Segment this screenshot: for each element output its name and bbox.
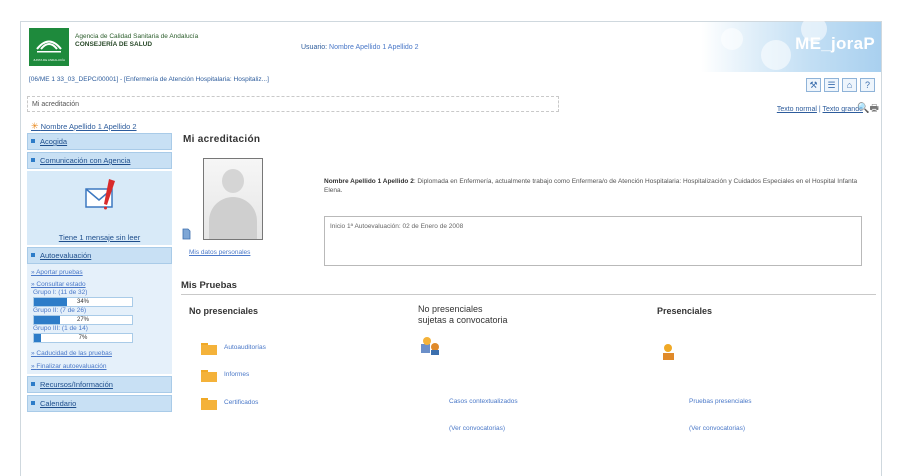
sidebar-item-calendario[interactable]: Calendario [27, 395, 172, 412]
sidebar-user-label: Nombre Apellido 1 Apellido 2 [40, 122, 137, 131]
col2-title-line2: sujetas a convocatoria [418, 315, 508, 325]
star-icon: ✳ [31, 121, 39, 131]
caducidad-link[interactable]: Caducidad de las pruebas [27, 349, 172, 358]
toolbar: ⚒ ☰ ⌂? [803, 75, 875, 92]
folder-icon [201, 343, 217, 355]
print-icon[interactable]: 🖶 [870, 103, 879, 114]
text-size-controls: Texto normal | Texto grande [777, 106, 863, 113]
header: JUNTA DE ANDALUCÍA Agencia de Calidad Sa… [21, 16, 881, 83]
certificados-link[interactable]: Certificados [224, 399, 258, 406]
app-window: JUNTA DE ANDALUCÍA Agencia de Calidad Sa… [20, 16, 882, 476]
profile-description: Nombre Apellido 1 Apellido 2: Diplomada … [324, 177, 864, 195]
profile-name: Nombre Apellido 1 Apellido 2 [324, 178, 414, 185]
sidebar-user-name[interactable]: ✳ Nombre Apellido 1 Apellido 2 [27, 121, 172, 132]
finalizar-link[interactable]: Finalizar autoevaluación [27, 362, 172, 371]
progress-bar: 34% [33, 297, 133, 307]
progress-groups: Grupo I: (11 de 32) 34% Grupo II: (7 de 26… [27, 289, 172, 343]
page-tools: 🔍🖶 [857, 101, 879, 118]
question-icon[interactable]: ? [860, 78, 875, 92]
avatar-shoulders [209, 197, 257, 239]
avatar-head [222, 169, 244, 193]
group-label: Grupo I: (11 de 32) [33, 289, 88, 296]
section-title: Mis Pruebas [181, 280, 237, 291]
tools-icon[interactable]: ⚒ [806, 78, 821, 92]
col-convocatoria-title: No presenciales sujetas a convocatoria [418, 304, 508, 326]
text-size-separator: | [818, 106, 821, 113]
org-line-1: Agencia de Calidad Sanitaria de Andalucí… [75, 33, 199, 40]
progress-percent: 7% [78, 335, 88, 341]
col-presenciales-title: Presenciales [657, 306, 713, 316]
user-info: Usuario: Nombre Apellido 1 Apellido 2 [301, 44, 419, 51]
section-divider [181, 294, 876, 295]
breadcrumb[interactable]: [06/ME 1 33_03_DEPC/00001] - [Enfermería… [29, 76, 269, 83]
envelope-icon[interactable] [85, 177, 119, 213]
search-icon[interactable]: 🔍 [857, 103, 869, 114]
progress-percent: 34% [76, 299, 89, 305]
pruebas-presenciales-link[interactable]: Pruebas presenciales [689, 398, 752, 405]
personal-data-icon[interactable] [181, 228, 191, 240]
start-info-box: Inicio 1ª Autoevaluación: 02 de Enero de… [324, 216, 862, 266]
exam-icon[interactable] [661, 343, 677, 361]
folder-icon [201, 370, 217, 382]
sidebar-item-autoevaluacion[interactable]: Autoevaluación [27, 247, 172, 264]
folder-icon [201, 398, 217, 410]
brand-banner: ME_joraP [701, 16, 881, 72]
casos-contextualizados-link[interactable]: Casos contextualizados [449, 398, 518, 405]
org-line-2: CONSEJERÍA DE SALUD [75, 41, 153, 48]
sidebar: ✳ Nombre Apellido 1 Apellido 2 Acogida C… [27, 122, 172, 476]
sidebar-item-recursos[interactable]: Recursos/Información [27, 376, 172, 393]
message-panel: Tiene 1 mensaje sin leer [27, 171, 172, 245]
arch-logo-icon [36, 40, 62, 53]
col-no-presenciales-title: No presenciales [189, 306, 259, 316]
logo-caption: JUNTA DE ANDALUCÍA [32, 58, 66, 62]
brand-title: ME_joraP [795, 34, 875, 53]
aportar-pruebas-link[interactable]: Aportar pruebas [27, 268, 172, 277]
consultar-estado-link[interactable]: Consultar estado [27, 280, 172, 289]
cases-icon[interactable] [419, 336, 441, 356]
user-prefix: Usuario: [301, 44, 328, 51]
group-label: Grupo III: (1 de 14) [33, 325, 88, 332]
col2-title-line1: No presenciales [418, 304, 483, 314]
sidebar-item-acogida[interactable]: Acogida [27, 133, 172, 150]
text-normal-link[interactable]: Texto normal [777, 106, 817, 113]
location-field: Mi acreditación [27, 96, 559, 112]
sidebar-item-comunicacion[interactable]: Comunicación con Agencia [27, 152, 172, 169]
header-user-name[interactable]: Nombre Apellido 1 Apellido 2 [329, 44, 419, 51]
organization-name: Agencia de Calidad Sanitaria de Andalucí… [75, 33, 198, 49]
informes-link[interactable]: Informes [224, 371, 249, 378]
autoevaluacion-submenu: Aportar pruebas Consultar estado Grupo I… [27, 264, 172, 374]
ver-convocatorias-link-1[interactable]: (Ver convocatorias) [449, 425, 505, 432]
group-label: Grupo II: (7 de 26) [33, 307, 87, 314]
list-icon[interactable]: ☰ [824, 78, 839, 92]
progress-bar: 27% [33, 315, 133, 325]
avatar [203, 158, 263, 240]
junta-logo: JUNTA DE ANDALUCÍA [29, 28, 69, 66]
autoauditorias-link[interactable]: Autoauditorías [224, 344, 266, 351]
progress-percent: 27% [76, 317, 89, 323]
home-icon[interactable]: ⌂ [842, 78, 857, 92]
progress-bar: 7% [33, 333, 133, 343]
personal-data-link[interactable]: Mis datos personales [189, 249, 250, 256]
unread-message-link[interactable]: Tiene 1 mensaje sin leer [27, 233, 172, 242]
ver-convocatorias-link-2[interactable]: (Ver convocatorias) [689, 425, 745, 432]
page-title: Mi acreditación [183, 134, 261, 145]
